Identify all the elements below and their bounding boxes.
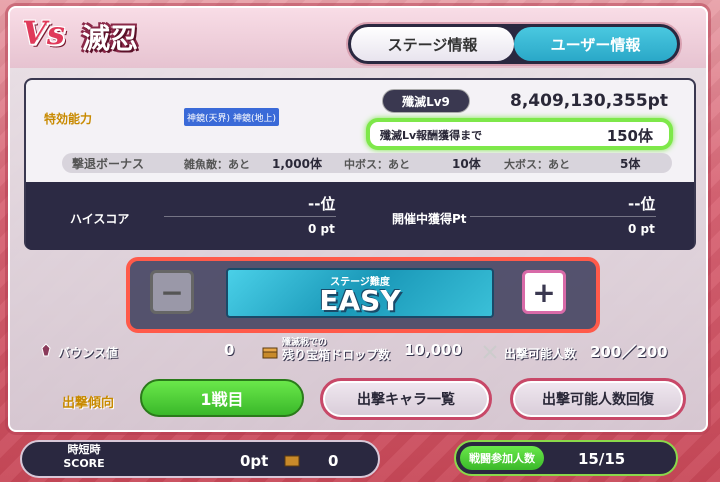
reward-label: 殲滅Lv報酬獲得まで [380, 129, 483, 142]
info-tabs: ステージ情報 ユーザー情報 [346, 22, 682, 66]
bonus-title: 撃退ボーナス [72, 157, 145, 171]
character-list-button[interactable]: 出撃キャラ一覧 [320, 378, 492, 420]
level-reward-box: 殲滅Lv報酬獲得まで 150体 [366, 118, 673, 150]
high-score-rank: --位 [308, 195, 336, 213]
high-score-divider [164, 216, 336, 217]
participants-value: 15/15 [578, 450, 626, 468]
sortie-value: 200／200 [590, 343, 668, 361]
sortie-label: 出撃可能人数 [504, 347, 577, 361]
event-pt-divider [470, 216, 656, 217]
time-label-line2: SCORE [63, 457, 105, 470]
bounce-value: 0 [224, 341, 235, 359]
chest-small-icon [284, 455, 300, 467]
special-ability-label: 特効能力 [44, 112, 93, 126]
page-title: 滅忍 [82, 22, 139, 55]
tab-stage-info[interactable]: ステージ情報 [351, 27, 514, 61]
chest-value: 10,000 [404, 341, 462, 359]
tendency-label: 出撃傾向 [62, 396, 115, 411]
event-pt-label: 開催中獲得Pt [392, 212, 467, 226]
recover-sortie-button[interactable]: 出撃可能人数回復 [510, 378, 686, 420]
swords-icon [483, 345, 497, 359]
annihilation-level-badge: 殲滅Lv9 [382, 89, 470, 113]
event-pt-rank: --位 [628, 195, 656, 213]
high-score-label: ハイスコア [70, 212, 130, 226]
total-points: 8,409,130,355pt [510, 91, 668, 111]
treasure-chest-icon [262, 347, 278, 359]
participants-label: 戦闘参加人数 [460, 446, 544, 470]
bonus-mid-value: 10体 [452, 157, 481, 171]
vs-logo: Vs [22, 14, 65, 52]
high-score-pt: 0 pt [308, 222, 335, 236]
event-pt-pt: 0 pt [628, 222, 655, 236]
bounce-icon [41, 343, 51, 357]
bonus-boss-label: 大ボス：あと [504, 158, 570, 171]
ability-chip-heaven: 神鏡(天界) [184, 108, 234, 126]
bounce-label: バウンス値 [58, 346, 118, 360]
difficulty-display[interactable]: ステージ難度 EASY [226, 268, 494, 318]
bonus-small-value: 1,000体 [272, 157, 322, 171]
bonus-boss-value: 5体 [620, 157, 641, 171]
tab-user-info[interactable]: ユーザー情報 [514, 27, 677, 61]
difficulty-decrease-button[interactable]: − [150, 270, 194, 314]
chest-label-line2: 残り宝箱ドロップ数 [282, 348, 391, 362]
time-score-label: 時短時 SCORE [54, 443, 114, 471]
time-score-pt: 0pt [240, 452, 269, 470]
time-label-line1: 時短時 [67, 443, 101, 456]
difficulty-increase-button[interactable]: + [522, 270, 566, 314]
ability-chip-ground: 神鏡(地上) [230, 108, 280, 126]
difficulty-value: EASY [319, 284, 401, 317]
bonus-small-label: 雑魚敵：あと [184, 158, 250, 171]
bonus-mid-label: 中ボス：あと [344, 158, 410, 171]
time-score-count: 0 [328, 452, 339, 470]
tendency-button[interactable]: 1戦目 [140, 379, 304, 417]
reward-value: 150体 [606, 127, 653, 145]
